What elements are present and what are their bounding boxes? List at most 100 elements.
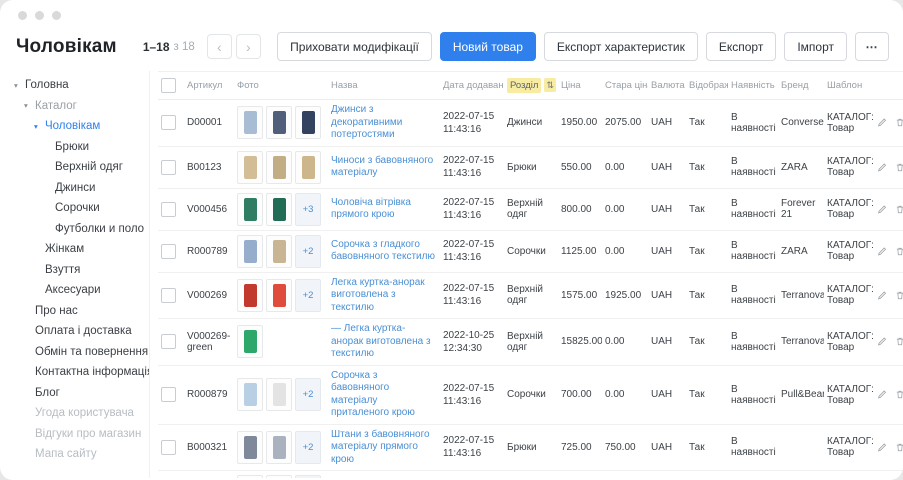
- prev-page-button[interactable]: ‹: [207, 34, 232, 59]
- product-photo-thumbnail[interactable]: [237, 151, 263, 184]
- product-name-link[interactable]: Сорочка з бавовняного матеріалу притален…: [331, 370, 437, 420]
- product-name-link[interactable]: Сорочка з гладкого бавовняного текстилю: [331, 239, 437, 264]
- time-value: 11:43:16: [443, 123, 501, 136]
- product-name-link[interactable]: Чоловіча вітрівка прямого крою: [331, 197, 437, 222]
- more-photos-badge[interactable]: +2: [295, 475, 321, 478]
- edit-icon[interactable]: [877, 335, 887, 348]
- row-checkbox[interactable]: [161, 244, 176, 259]
- sidebar-item[interactable]: ▾Чоловікам: [8, 116, 149, 137]
- product-photo-thumbnail[interactable]: [237, 235, 263, 268]
- sidebar-item-label: Обмін та повернення: [35, 346, 148, 358]
- edit-icon[interactable]: [877, 116, 887, 129]
- titlebar: [0, 0, 903, 30]
- product-photo-thumbnail[interactable]: [295, 151, 321, 184]
- sidebar-item[interactable]: Відгуки про магазин: [8, 424, 149, 445]
- sidebar-item[interactable]: ▾Головна: [8, 75, 149, 96]
- currency-cell: UAH: [648, 272, 686, 319]
- product-photo-thumbnail[interactable]: [266, 378, 292, 411]
- row-checkbox[interactable]: [161, 288, 176, 303]
- sku-cell: D00001: [184, 100, 234, 147]
- delete-icon[interactable]: [895, 441, 903, 454]
- window-control-dot[interactable]: [18, 11, 27, 20]
- product-photo-thumbnail[interactable]: [266, 106, 292, 139]
- product-photo-thumbnail[interactable]: [237, 193, 263, 226]
- product-photo-thumbnail[interactable]: [266, 431, 292, 464]
- product-photo-thumbnail[interactable]: [237, 475, 263, 478]
- time-value: 11:43:16: [443, 295, 501, 308]
- more-photos-badge[interactable]: +2: [295, 431, 321, 464]
- sidebar-item[interactable]: Жінкам: [8, 239, 149, 260]
- sidebar-item[interactable]: Аксесуари: [8, 280, 149, 301]
- sidebar-item[interactable]: Про нас: [8, 301, 149, 322]
- product-name-link[interactable]: Чиноси з бавовняного матеріалу: [331, 155, 437, 180]
- product-photo-thumbnail[interactable]: [237, 325, 263, 358]
- row-checkbox[interactable]: [161, 160, 176, 175]
- delete-icon[interactable]: [895, 161, 903, 174]
- export-characteristics-button[interactable]: Експорт характеристик: [544, 32, 698, 61]
- edit-icon[interactable]: [877, 161, 887, 174]
- more-button[interactable]: ⋯: [855, 32, 889, 61]
- product-photo-thumbnail[interactable]: [266, 235, 292, 268]
- window-control-dot[interactable]: [52, 11, 61, 20]
- product-photo-thumbnail[interactable]: [266, 193, 292, 226]
- more-photos-badge[interactable]: +3: [295, 193, 321, 226]
- sidebar-item[interactable]: Джинси: [8, 178, 149, 199]
- sidebar-item[interactable]: Брюки: [8, 137, 149, 158]
- delete-icon[interactable]: [895, 289, 903, 302]
- window-control-dot[interactable]: [35, 11, 44, 20]
- row-checkbox[interactable]: [161, 387, 176, 402]
- product-name-link[interactable]: — Легка куртка-анорак виготовлена з текс…: [331, 323, 437, 361]
- product-photo-thumbnail[interactable]: [295, 106, 321, 139]
- sidebar-item[interactable]: Угода користувача: [8, 403, 149, 424]
- import-button[interactable]: Імпорт: [784, 32, 847, 61]
- sidebar-item[interactable]: Верхній одяг: [8, 157, 149, 178]
- sidebar-item[interactable]: Футболки и поло: [8, 219, 149, 240]
- delete-icon[interactable]: [895, 335, 903, 348]
- next-page-button[interactable]: ›: [236, 34, 261, 59]
- delete-icon[interactable]: [895, 388, 903, 401]
- edit-icon[interactable]: [877, 245, 887, 258]
- edit-icon[interactable]: [877, 289, 887, 302]
- product-photo-thumbnail[interactable]: [266, 475, 292, 478]
- edit-icon[interactable]: [877, 441, 887, 454]
- photo-swatch: [273, 240, 286, 263]
- select-all-checkbox[interactable]: [161, 78, 176, 93]
- product-photo-thumbnail[interactable]: [237, 279, 263, 312]
- brand-cell: Terranova: [778, 319, 824, 366]
- sidebar-item[interactable]: Обмін та повернення: [8, 342, 149, 363]
- template-cell: КАТАЛОГ: Товар: [824, 188, 874, 230]
- edit-icon[interactable]: [877, 203, 887, 216]
- export-button[interactable]: Експорт: [706, 32, 776, 61]
- row-checkbox[interactable]: [161, 202, 176, 217]
- row-checkbox[interactable]: [161, 334, 176, 349]
- delete-icon[interactable]: [895, 245, 903, 258]
- sidebar-item[interactable]: Оплата і доставка: [8, 321, 149, 342]
- delete-icon[interactable]: [895, 203, 903, 216]
- row-checkbox[interactable]: [161, 115, 176, 130]
- hide-modifications-button[interactable]: Приховати модифікації: [277, 32, 432, 61]
- product-photo-thumbnail[interactable]: [237, 431, 263, 464]
- product-photo-thumbnail[interactable]: [266, 151, 292, 184]
- product-name-link[interactable]: Джинси з декоративними потертостями: [331, 104, 437, 142]
- product-name-link[interactable]: Легка куртка-анорак виготовлена з тексти…: [331, 277, 437, 315]
- more-photos-badge[interactable]: +2: [295, 279, 321, 312]
- product-photo-thumbnail[interactable]: [237, 378, 263, 411]
- edit-icon[interactable]: [877, 388, 887, 401]
- more-photos-badge[interactable]: +2: [295, 378, 321, 411]
- new-product-button[interactable]: Новий товар: [440, 32, 536, 61]
- sort-icon[interactable]: ⇅: [544, 78, 556, 92]
- delete-icon[interactable]: [895, 116, 903, 129]
- currency-cell: UAH: [648, 188, 686, 230]
- more-photos-badge[interactable]: +2: [295, 235, 321, 268]
- sidebar-item[interactable]: Мапа сайту: [8, 444, 149, 465]
- sidebar-item[interactable]: Блог: [8, 383, 149, 404]
- sidebar-item[interactable]: Контактна інформація: [8, 362, 149, 383]
- sidebar-item[interactable]: Взуття: [8, 260, 149, 281]
- row-checkbox[interactable]: [161, 440, 176, 455]
- product-photo-thumbnail[interactable]: [266, 279, 292, 312]
- sidebar-item[interactable]: Сорочки: [8, 198, 149, 219]
- photo-thumbnails: +2: [237, 431, 325, 464]
- product-name-link[interactable]: Штани з бавовняного матеріалу прямого кр…: [331, 429, 437, 467]
- product-photo-thumbnail[interactable]: [237, 106, 263, 139]
- sidebar-item[interactable]: ▾Каталог: [8, 96, 149, 117]
